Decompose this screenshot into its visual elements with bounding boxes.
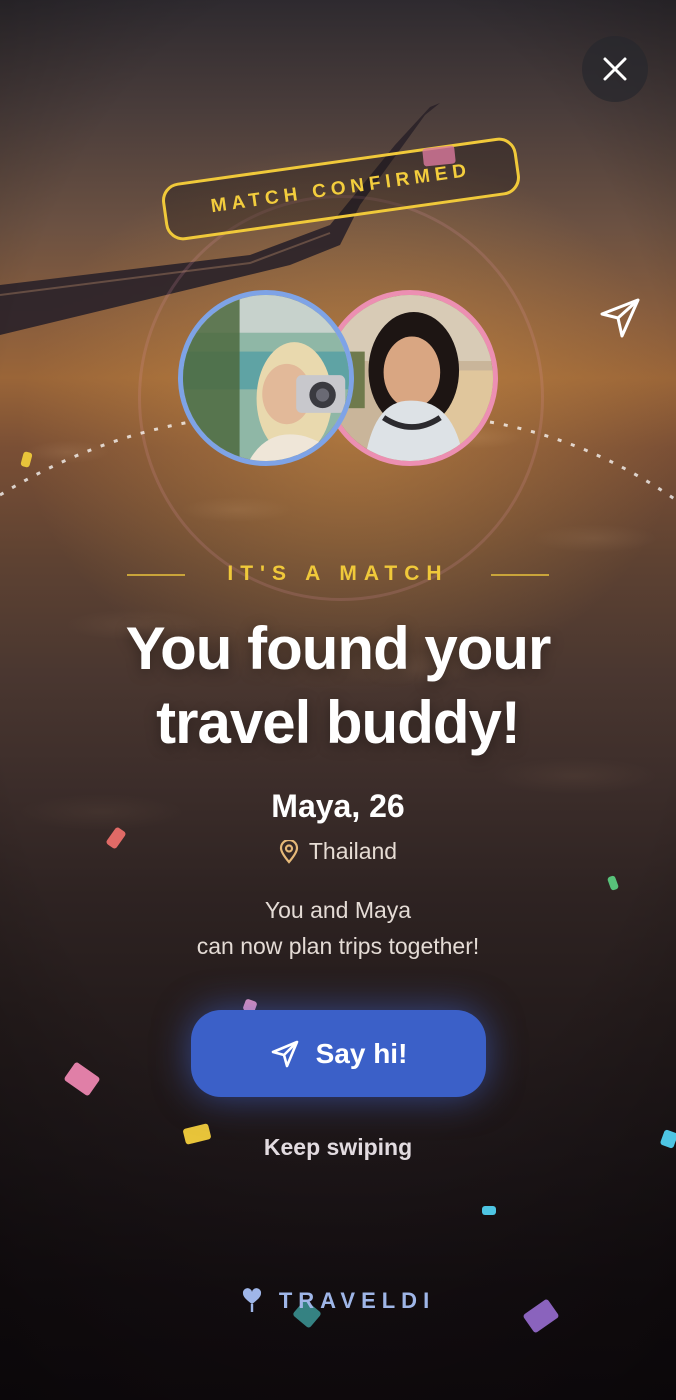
headline: You found your travel buddy! [0, 612, 676, 760]
eyebrow-rule-right [491, 574, 549, 576]
heart-pin-icon [242, 1288, 261, 1312]
match-name-age: Maya, 26 [271, 788, 405, 824]
say-hi-label: Say hi! [315, 1037, 408, 1069]
match-location: Thailand [0, 838, 676, 865]
close-icon [603, 57, 627, 81]
paper-plane-icon[interactable] [598, 296, 642, 340]
keep-swiping-link[interactable]: Keep swiping [0, 1134, 676, 1161]
avatar-user [178, 290, 354, 466]
close-button[interactable] [582, 36, 648, 102]
brand-footer: TRAVELDI [0, 1288, 676, 1314]
brand-name: TRAVELDI [278, 1288, 436, 1313]
location-text: Thailand [308, 838, 398, 864]
description-line-2: can now plan trips together! [196, 933, 480, 959]
say-hi-button[interactable]: Say hi! [191, 1010, 486, 1097]
location-pin-icon [279, 839, 298, 864]
paper-plane-icon [271, 1040, 298, 1067]
its-a-match-label: IT'S A MATCH [227, 562, 449, 585]
headline-line-1: You found your [125, 615, 552, 682]
headline-line-2: travel buddy! [156, 689, 521, 756]
confetti [422, 145, 456, 167]
confetti [482, 1206, 496, 1215]
description-line-1: You and Maya [264, 897, 412, 923]
match-description: You and Maya can now plan trips together… [0, 892, 676, 964]
